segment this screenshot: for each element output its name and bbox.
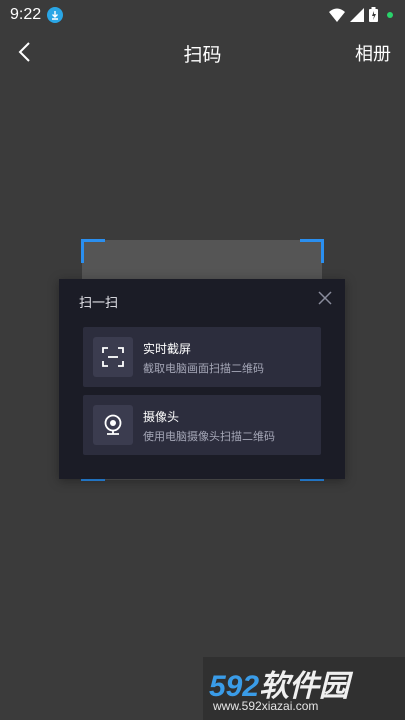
status-time: 9:22 bbox=[10, 6, 42, 23]
nav-bar: 扫码 相册 bbox=[0, 30, 405, 74]
webcam-icon bbox=[93, 405, 133, 445]
option-description: 截取电脑画面扫描二维码 bbox=[143, 362, 264, 375]
wifi-icon bbox=[329, 8, 345, 22]
option-description: 使用电脑摄像头扫描二维码 bbox=[143, 430, 275, 443]
close-button[interactable] bbox=[317, 290, 333, 306]
watermark: 592软件园 www.592xiazai.com bbox=[203, 657, 405, 720]
scan-dialog: 扫一扫 实时截屏 截取电脑画面扫描二维码 摄像头 使用电脑摄像头扫描二维码 bbox=[59, 279, 345, 479]
option-title: 摄像头 bbox=[143, 410, 180, 424]
album-button[interactable]: 相册 bbox=[355, 40, 391, 66]
option-camera[interactable]: 摄像头 使用电脑摄像头扫描二维码 bbox=[83, 395, 321, 455]
battery-icon bbox=[369, 7, 378, 22]
notification-dot-icon bbox=[387, 11, 393, 18]
watermark-url: www.592xiazai.com bbox=[213, 699, 319, 713]
option-title: 实时截屏 bbox=[143, 342, 192, 356]
scan-corner-top-left bbox=[81, 239, 105, 263]
download-icon bbox=[47, 7, 64, 23]
status-icons bbox=[329, 7, 393, 22]
page-title: 扫码 bbox=[183, 44, 222, 66]
close-icon bbox=[318, 291, 332, 305]
screenshot-frame-icon bbox=[93, 337, 133, 377]
signal-icon bbox=[350, 7, 364, 22]
status-bar: 9:22 bbox=[0, 0, 405, 30]
dialog-title: 扫一扫 bbox=[79, 296, 119, 311]
option-screenshot[interactable]: 实时截屏 截取电脑画面扫描二维码 bbox=[83, 327, 321, 387]
scan-corner-top-right bbox=[300, 239, 324, 263]
